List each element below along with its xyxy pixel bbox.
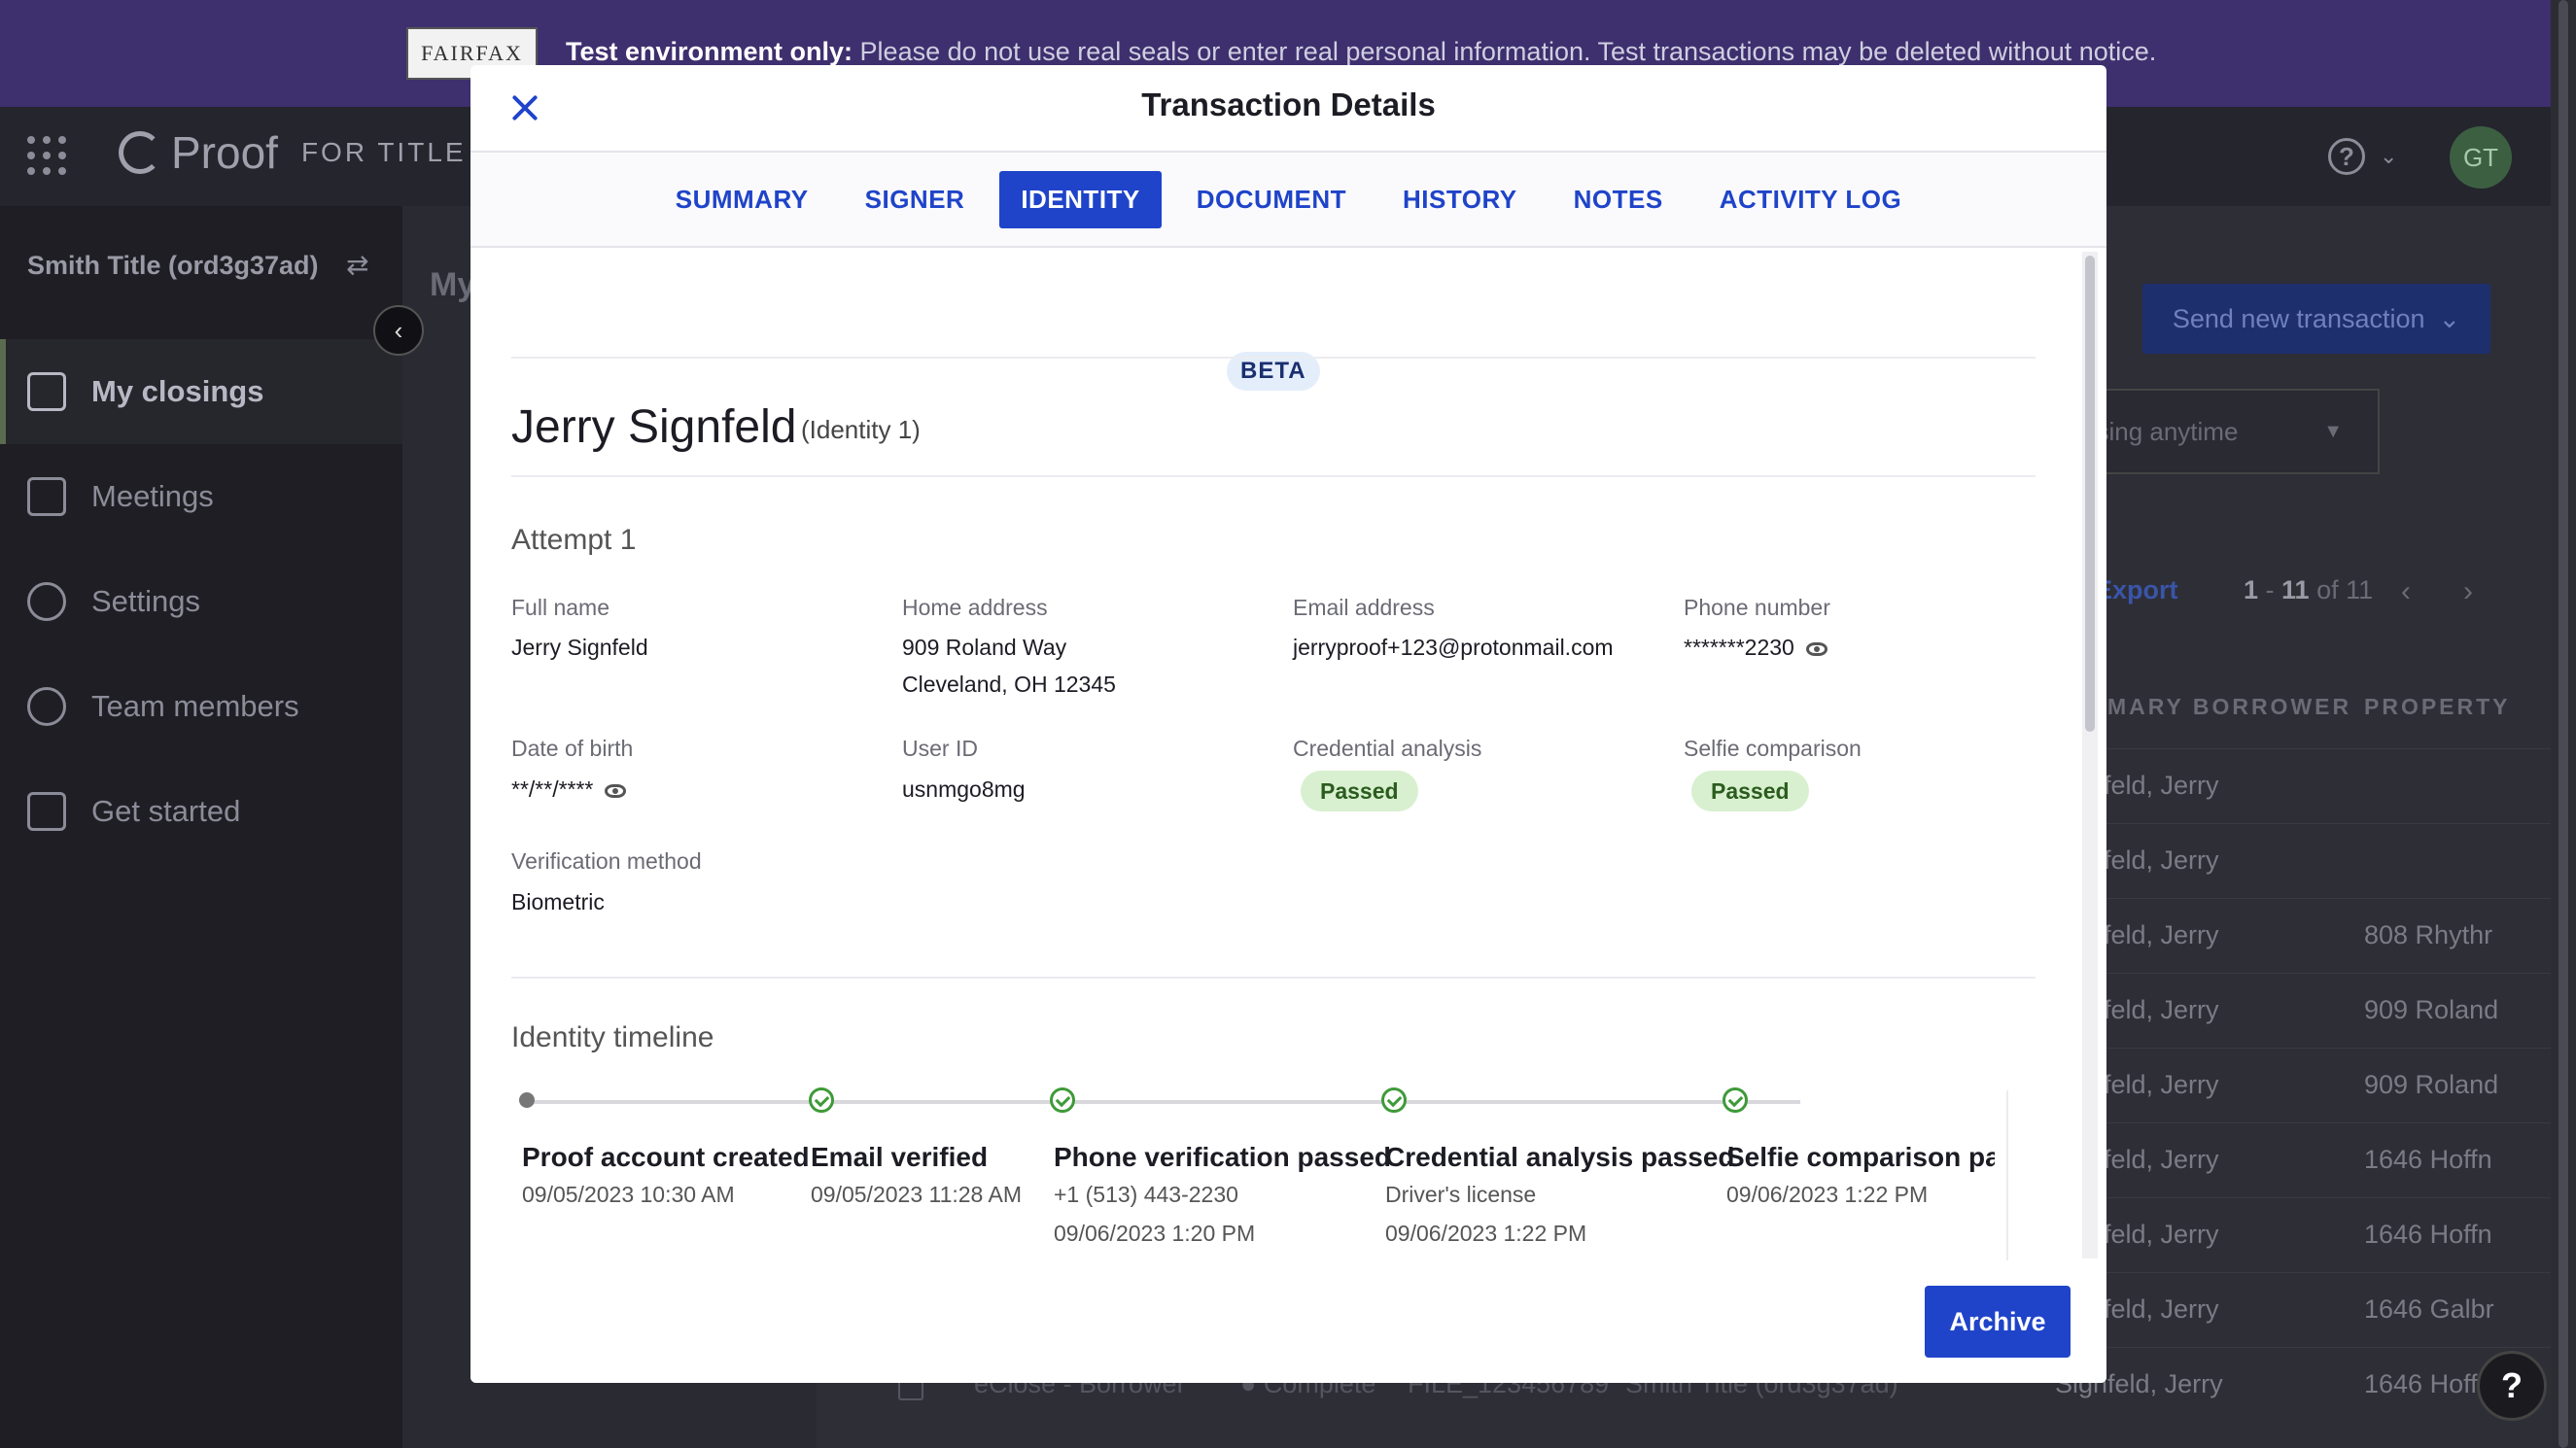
proof-logo[interactable]: Proof FOR TITLE [119,127,467,178]
timeline-item-title: Credential analysis passed [1385,1142,1735,1172]
timeline-start-dot [519,1092,535,1108]
timeline-item-title: Phone verification passed [1054,1142,1391,1172]
divider [511,977,2036,979]
previous-page-icon[interactable]: ‹ [2401,575,2411,608]
gear-icon [27,582,66,621]
tab-history[interactable]: HISTORY [1381,171,1539,228]
tab-activity-log[interactable]: ACTIVITY LOG [1698,171,1924,228]
home-address-label: Home address [902,595,1048,620]
date-filter-select[interactable]: osing anytime ▼ [2061,389,2380,474]
chevron-down-icon: ⌄ [2438,303,2461,333]
check-icon [809,1087,834,1113]
help-icon[interactable]: ? [2328,138,2365,175]
people-icon [27,687,66,726]
identity-label: (Identity 1) [801,415,921,444]
sidebar-item-my-closings[interactable]: My closings [0,339,402,444]
help-button[interactable]: ? [2477,1351,2547,1421]
pagination-label: 1 - 11 of 11 [2244,575,2374,604]
home-address-line2: Cleveland, OH 12345 [902,672,1116,697]
timeline-track [527,1100,1800,1104]
sidebar-item-get-started[interactable]: Get started [0,759,402,864]
home-address-line1: 909 Roland Way [902,635,1067,660]
tab-signer[interactable]: SIGNER [844,171,987,228]
timeline-item-detail: 09/05/2023 10:30 AM [522,1182,735,1207]
dob-value: **/**/**** [511,771,627,808]
switch-org-icon[interactable]: ⇄ [346,249,368,281]
transaction-details-modal: Transaction Details SUMMARY SIGNER IDENT… [470,65,2106,1383]
tab-document[interactable]: DOCUMENT [1175,171,1368,228]
check-icon [1381,1087,1407,1113]
timeline-item-detail: +1 (513) 443-2230 [1054,1182,1238,1207]
person-name: Jerry Signfeld [511,401,797,453]
archive-button[interactable]: Archive [1925,1286,2071,1358]
timeline-item-detail: 09/06/2023 1:20 PM [1054,1221,1256,1246]
modal-title: Transaction Details [1141,86,1436,122]
divider [511,357,2036,359]
timeline-heading: Identity timeline [511,1021,714,1053]
calendar-icon [27,477,66,516]
selfie-comparison-label: Selfie comparison [1684,736,1862,761]
chevron-down-icon[interactable]: ⌄ [2380,144,2397,169]
grid-icon [27,372,66,411]
column-header-property[interactable]: PROPERTY [2364,694,2511,720]
environment-warning: Test environment only: Please do not use… [566,37,2157,66]
modal-footer [470,1260,2106,1383]
check-icon [1723,1087,1748,1113]
timeline-item-detail: 09/06/2023 1:22 PM [1385,1221,1587,1246]
org-name: Smith Title (ord3g37ad) [27,251,319,280]
proof-mark-icon [119,131,161,174]
user-id-label: User ID [902,736,978,761]
credential-analysis-label: Credential analysis [1293,736,1482,761]
page-scrollbar[interactable] [2551,0,2576,1448]
sidebar-item-settings[interactable]: Settings [0,549,402,654]
tab-notes[interactable]: NOTES [1552,171,1685,228]
attempt-heading: Attempt 1 [511,524,637,556]
credential-status-badge: Passed [1301,771,1418,811]
send-new-transaction-button[interactable]: Send new transaction ⌄ [2142,284,2490,354]
timeline-item-title: Email verified [811,1142,989,1172]
email-label: Email address [1293,595,1435,620]
dob-label: Date of birth [511,736,634,761]
phone-label: Phone number [1684,595,1830,620]
timeline-item-detail: Driver's license [1385,1182,1537,1207]
full-name-value: Jerry Signfeld [511,635,648,660]
timeline-item-detail: 09/06/2023 1:22 PM [1726,1182,1929,1207]
verification-method-value: Biometric [511,889,605,914]
rocket-icon [27,792,66,831]
timeline-item-title: Selfie comparison passe [1726,1142,1995,1172]
export-link[interactable]: Export [2095,575,2178,605]
check-icon [1050,1087,1075,1113]
eye-icon[interactable] [605,783,627,798]
eye-icon[interactable] [1805,641,1828,656]
tab-identity[interactable]: IDENTITY [999,170,1162,228]
divider [511,475,2036,477]
timeline-item-detail: 09/05/2023 11:28 AM [811,1182,1022,1207]
verification-method-label: Verification method [511,848,702,874]
next-page-icon[interactable]: › [2463,575,2473,608]
timeline-item-title: Proof account created [522,1142,810,1172]
sidebar-item-meetings[interactable]: Meetings [0,444,402,549]
modal-header: Transaction Details [470,65,2106,153]
tab-summary[interactable]: SUMMARY [654,171,830,228]
app-launcher-icon[interactable] [27,136,66,175]
phone-value: *******2230 [1684,629,1828,666]
selfie-status-badge: Passed [1691,771,1809,811]
collapse-sidebar-button[interactable]: ‹ [373,305,424,356]
caret-down-icon: ▼ [2323,420,2343,442]
modal-scrollbar[interactable] [2082,252,2098,1258]
full-name-label: Full name [511,595,609,620]
user-id-value: usnmgo8mg [902,776,1026,802]
page-title: My [430,266,476,303]
avatar[interactable]: GT [2450,126,2512,189]
column-header-borrower[interactable]: MARY BORROWER [2107,694,2351,720]
sidebar-item-team-members[interactable]: Team members [0,654,402,759]
email-value: jerryproof+123@protonmail.com [1293,635,1614,660]
modal-tabs: SUMMARY SIGNER IDENTITY DOCUMENT HISTORY… [470,153,2106,248]
